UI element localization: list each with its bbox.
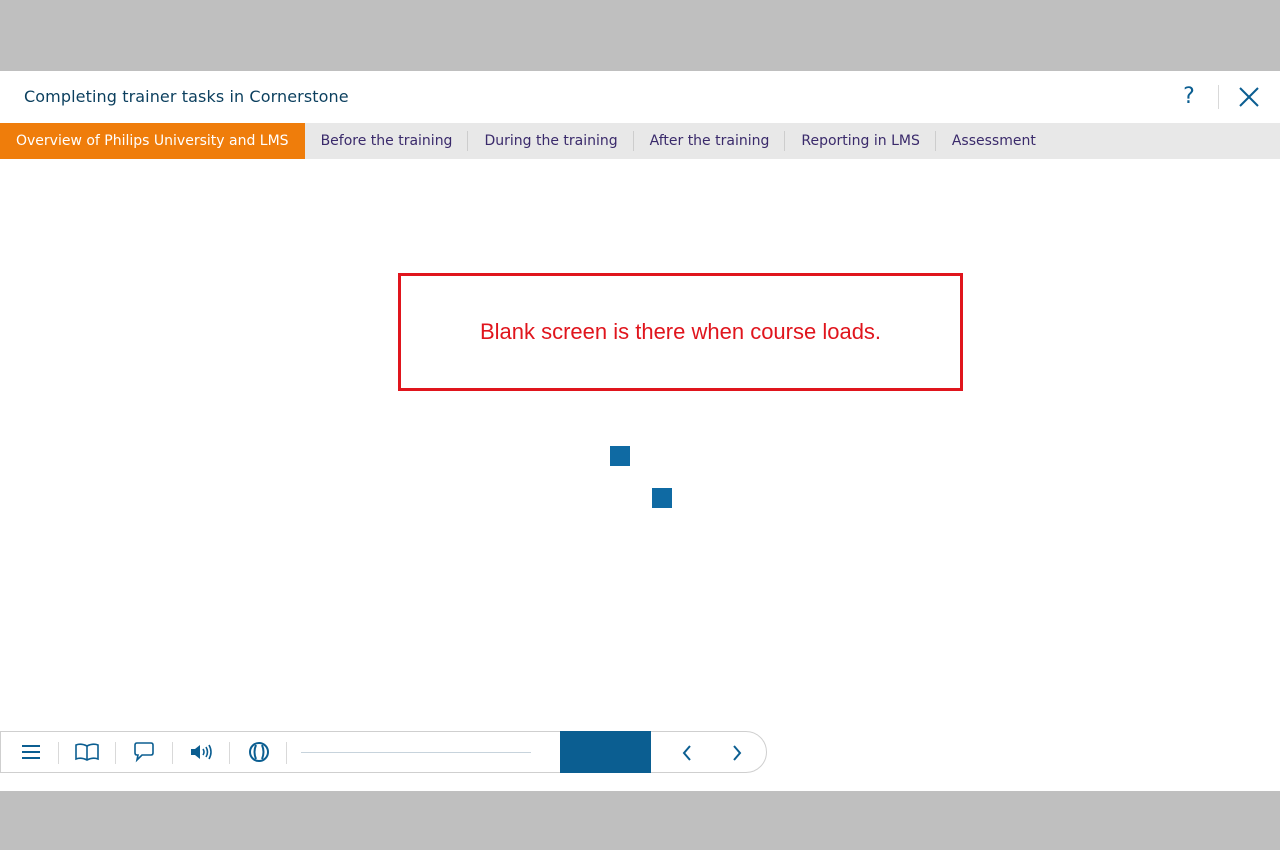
tab-during-training[interactable]: During the training bbox=[468, 123, 634, 159]
comments-button[interactable] bbox=[131, 740, 157, 764]
progress-bar bbox=[301, 752, 531, 753]
menu-icon bbox=[22, 745, 40, 759]
tab-overview[interactable]: Overview of Philips University and LMS bbox=[0, 123, 305, 159]
toolbar-divider bbox=[58, 742, 59, 764]
help-button[interactable]: ? bbox=[1176, 83, 1202, 111]
continue-button[interactable] bbox=[560, 731, 651, 773]
toolbar-divider bbox=[115, 742, 116, 764]
audio-icon bbox=[191, 744, 212, 760]
annotation-text: Blank screen is there when course loads. bbox=[479, 319, 882, 344]
next-button[interactable] bbox=[724, 740, 750, 766]
loading-square-icon bbox=[610, 446, 630, 466]
chevron-left-icon bbox=[682, 745, 691, 761]
toolbar-divider bbox=[172, 742, 173, 764]
close-button[interactable] bbox=[1236, 84, 1262, 110]
menu-button[interactable] bbox=[18, 740, 44, 764]
annotation-box: Blank screen is there when course loads. bbox=[398, 273, 963, 391]
captions-icon bbox=[249, 742, 269, 762]
chevron-right-icon bbox=[733, 745, 742, 761]
tab-before-training[interactable]: Before the training bbox=[305, 123, 469, 159]
player-toolbar bbox=[0, 731, 767, 773]
course-title: Completing trainer tasks in Cornerstone bbox=[24, 87, 349, 106]
tab-after-training[interactable]: After the training bbox=[634, 123, 786, 159]
loading-square-icon bbox=[652, 488, 672, 508]
glossary-button[interactable] bbox=[74, 740, 100, 764]
topic-tab-bar: Overview of Philips University and LMS B… bbox=[0, 123, 1280, 159]
header-divider bbox=[1218, 85, 1219, 109]
player-header: Completing trainer tasks in Cornerstone … bbox=[0, 71, 1280, 123]
captions-button[interactable] bbox=[246, 740, 272, 764]
glossary-book-icon bbox=[75, 743, 99, 761]
tab-reporting-lms[interactable]: Reporting in LMS bbox=[785, 123, 936, 159]
toolbar-divider bbox=[229, 742, 230, 764]
close-icon bbox=[1239, 87, 1259, 107]
course-player: Completing trainer tasks in Cornerstone … bbox=[0, 71, 1280, 791]
audio-button[interactable] bbox=[188, 740, 214, 764]
comment-icon bbox=[134, 742, 154, 763]
previous-button[interactable] bbox=[674, 740, 700, 766]
tab-assessment[interactable]: Assessment bbox=[936, 123, 1052, 159]
toolbar-divider bbox=[286, 742, 287, 764]
